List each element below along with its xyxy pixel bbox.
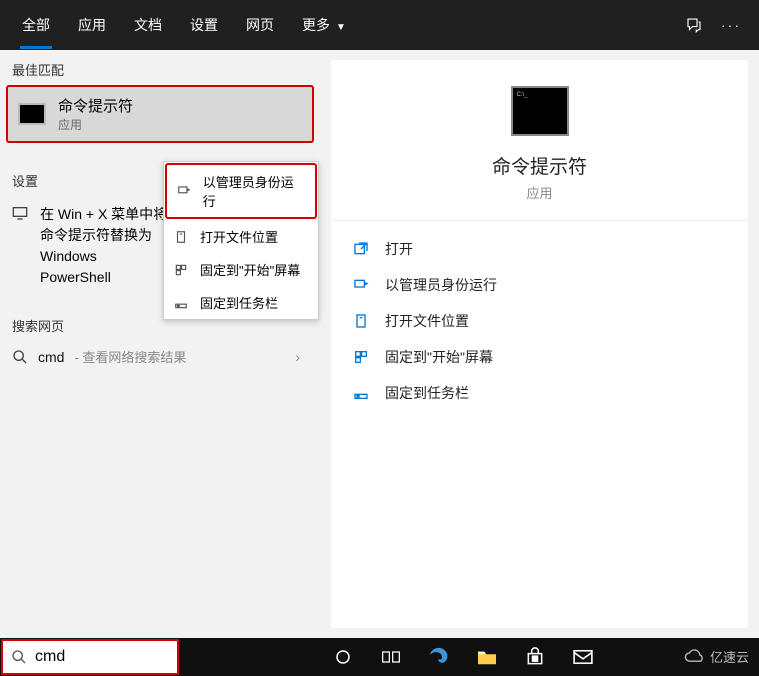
preview-sub: 应用 (526, 183, 552, 202)
watermark-text: 亿速云 (710, 647, 749, 666)
action-pin-start-label: 固定到"开始"屏幕 (385, 347, 493, 367)
feedback-icon[interactable] (685, 16, 703, 34)
search-icon (12, 349, 28, 365)
tab-apps[interactable]: 应用 (64, 1, 120, 49)
action-pin-taskbar[interactable]: 固定到任务栏 (347, 375, 732, 411)
action-open-location-label: 打开文件位置 (385, 311, 469, 331)
web-search-item[interactable]: cmd - 查看网络搜索结果 › (0, 339, 320, 374)
ctx-run-admin[interactable]: 以管理员身份运行 (165, 163, 317, 219)
best-match-label: 最佳匹配 (0, 50, 320, 83)
tab-more-label: 更多 (302, 17, 330, 33)
mail-icon[interactable] (559, 638, 607, 676)
task-view-icon[interactable] (367, 638, 415, 676)
watermark: 亿速云 (684, 647, 749, 666)
search-icon-taskbar (11, 649, 27, 665)
chevron-down-icon: ▼ (336, 22, 346, 33)
action-pin-taskbar-label: 固定到任务栏 (385, 383, 469, 403)
best-match-item[interactable]: 命令提示符 应用 (6, 85, 314, 143)
tab-docs[interactable]: 文档 (120, 1, 176, 49)
pin-taskbar-icon (174, 296, 190, 310)
preview-panel: C:\_ 命令提示符 应用 打开 以管理员身份运行 (320, 50, 759, 638)
action-open-location[interactable]: 打开文件位置 (347, 303, 732, 339)
open-icon (353, 241, 371, 257)
tab-more[interactable]: 更多 ▼ (288, 1, 360, 49)
location-icon (353, 313, 371, 329)
store-icon[interactable] (511, 638, 559, 676)
ctx-open-location[interactable]: 打开文件位置 (164, 220, 318, 253)
folder-icon (174, 230, 190, 244)
cortana-icon[interactable] (319, 638, 367, 676)
action-open[interactable]: 打开 (347, 231, 732, 267)
taskbar-search[interactable] (1, 639, 179, 675)
file-explorer-icon[interactable] (463, 638, 511, 676)
results-panel: 最佳匹配 命令提示符 应用 设置 在 Win + X 菜单中将命令提示符替换为 … (0, 50, 320, 638)
ctx-open-location-label: 打开文件位置 (200, 227, 278, 246)
action-run-admin[interactable]: 以管理员身份运行 (347, 267, 732, 303)
ctx-run-admin-label: 以管理员身份运行 (203, 172, 305, 210)
settings-item-text: 在 Win + X 菜单中将命令提示符替换为 Windows PowerShel… (40, 204, 170, 288)
taskbar (0, 638, 759, 676)
action-run-admin-label: 以管理员身份运行 (385, 275, 497, 295)
more-options-icon[interactable]: ··· (721, 17, 741, 33)
ctx-pin-start-label: 固定到"开始"屏幕 (200, 260, 300, 279)
search-tabs: 全部 应用 文档 设置 网页 更多 ▼ ··· (0, 0, 759, 50)
tab-web[interactable]: 网页 (232, 1, 288, 49)
cloud-icon (684, 649, 706, 665)
pin-start-icon (174, 263, 190, 277)
chevron-right-icon: › (295, 349, 308, 365)
admin-icon (353, 277, 371, 293)
cmd-icon (18, 103, 46, 125)
preview-header: C:\_ 命令提示符 应用 (331, 60, 748, 221)
web-query: cmd (38, 349, 64, 365)
tab-all[interactable]: 全部 (8, 1, 64, 49)
context-menu: 以管理员身份运行 打开文件位置 固定到"开始"屏幕 固定到任务栏 (163, 161, 319, 320)
shield-icon (177, 184, 193, 198)
web-hint: - 查看网络搜索结果 (74, 347, 186, 366)
monitor-icon (12, 204, 30, 288)
edge-icon[interactable] (415, 638, 463, 676)
search-input[interactable] (35, 648, 169, 666)
ctx-pin-taskbar-label: 固定到任务栏 (200, 293, 278, 312)
tab-settings[interactable]: 设置 (176, 1, 232, 49)
pin-taskbar-icon-2 (353, 385, 371, 401)
preview-actions: 打开 以管理员身份运行 打开文件位置 (331, 221, 748, 421)
action-pin-start[interactable]: 固定到"开始"屏幕 (347, 339, 732, 375)
preview-cmd-icon: C:\_ (511, 86, 569, 136)
ctx-pin-start[interactable]: 固定到"开始"屏幕 (164, 253, 318, 286)
taskbar-icons (319, 638, 607, 676)
pin-start-icon-2 (353, 349, 371, 365)
best-match-title: 命令提示符 (58, 95, 133, 116)
main-area: 最佳匹配 命令提示符 应用 设置 在 Win + X 菜单中将命令提示符替换为 … (0, 50, 759, 638)
ctx-pin-taskbar[interactable]: 固定到任务栏 (164, 286, 318, 319)
best-match-sub: 应用 (58, 116, 133, 133)
action-open-label: 打开 (385, 239, 413, 259)
preview-title: 命令提示符 (492, 152, 587, 179)
